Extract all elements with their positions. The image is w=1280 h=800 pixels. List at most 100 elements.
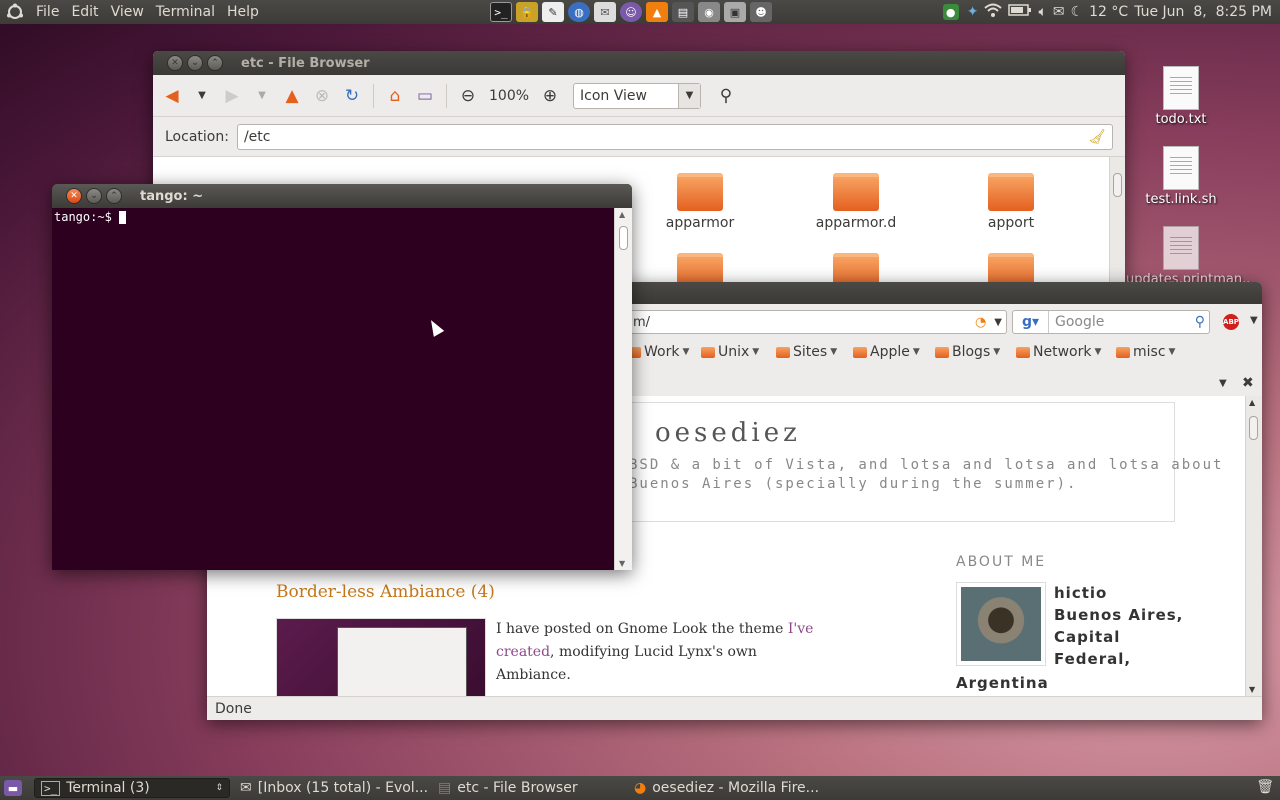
folder-icon — [853, 346, 867, 358]
avatar[interactable] — [956, 582, 1046, 666]
video-editor-icon[interactable]: ▤ — [672, 2, 694, 22]
url-history-chevron-down-icon[interactable]: ▼ — [994, 317, 1002, 328]
screenshot-icon[interactable]: ▣ — [724, 2, 746, 22]
maximize-icon[interactable]: ⌃ — [106, 188, 122, 204]
back-history-chevron-down-icon[interactable]: ▼ — [189, 82, 215, 110]
desktop-icon-todo[interactable]: todo.txt — [1126, 66, 1236, 127]
terminal-output[interactable]: tango:~$ — [52, 208, 614, 570]
zoom-level[interactable]: 100% — [485, 88, 533, 104]
menu-help[interactable]: Help — [221, 4, 265, 20]
page-vertical-scrollbar[interactable]: ▲ ▼ — [1245, 396, 1262, 696]
scroll-down-icon[interactable]: ▼ — [619, 559, 625, 568]
clock[interactable]: Tue Jun 8, 8:25 PM — [1134, 4, 1272, 20]
bookmark-folder-work[interactable]: Work ▼ — [627, 344, 689, 360]
terminal-scrollbar[interactable]: ▲ ▼ — [614, 208, 632, 570]
taskbar-item-firefox[interactable]: ◕ oesediez - Mozilla Fire... — [628, 778, 826, 798]
adblock-menu-chevron-down-icon[interactable]: ▼ — [1250, 315, 1258, 326]
close-icon[interactable]: ✕ — [167, 55, 183, 71]
bookmark-folder-apple[interactable]: Apple ▼ — [853, 344, 920, 360]
terminal-titlebar[interactable]: ✕ ⌄ ⌃ tango: ~ — [52, 184, 632, 208]
web-browser-icon[interactable]: ◍ — [568, 2, 590, 22]
show-desktop-icon[interactable]: ▬ — [4, 780, 22, 796]
back-arrow-icon[interactable]: ◀ — [159, 82, 185, 110]
stop-icon[interactable]: ⊗ — [309, 82, 335, 110]
scrollbar-thumb[interactable] — [619, 226, 628, 250]
blog-name[interactable]: oesediez — [655, 418, 801, 448]
tab-list-chevron-down-icon[interactable]: ▼ — [1219, 378, 1227, 389]
menu-file[interactable]: File — [30, 4, 65, 20]
adblock-icon[interactable]: ABP — [1223, 314, 1239, 330]
view-mode-select[interactable]: Icon View ▼ — [573, 82, 702, 109]
terminal-icon[interactable]: >_ — [490, 2, 512, 22]
mail-indicator-icon[interactable]: ✉ — [1053, 4, 1065, 20]
menu-edit[interactable]: Edit — [65, 4, 104, 20]
clear-broom-icon[interactable]: 🧹︎ — [1088, 129, 1106, 145]
menu-view[interactable]: View — [105, 4, 150, 20]
taskbar-item-terminal[interactable]: >_ Terminal (3) ⇕ — [34, 778, 230, 798]
taskbar-label: etc - File Browser — [457, 780, 578, 796]
scrollbar-thumb[interactable] — [1113, 173, 1122, 197]
forward-history-chevron-down-icon[interactable]: ▼ — [249, 82, 275, 110]
scrollbar-thumb[interactable] — [1249, 416, 1258, 440]
minimize-icon[interactable]: ⌄ — [86, 188, 102, 204]
camera-icon[interactable]: ◉ — [698, 2, 720, 22]
wifi-icon[interactable] — [984, 3, 1003, 21]
zoom-out-icon[interactable]: ⊖ — [455, 82, 481, 110]
up-arrow-icon[interactable]: ▲ — [279, 82, 305, 110]
computer-icon[interactable]: ▭ — [412, 82, 438, 110]
bookmark-label: Apple — [870, 344, 910, 360]
scroll-up-icon[interactable]: ▲ — [619, 210, 625, 219]
about-region: Federal, — [1054, 650, 1132, 668]
bookmark-folder-blogs[interactable]: Blogs ▼ — [935, 344, 1000, 360]
google-engine-icon[interactable]: g▾ — [1013, 311, 1049, 333]
folder-label: apparmor — [665, 215, 735, 231]
menu-terminal[interactable]: Terminal — [150, 4, 221, 20]
search-icon[interactable]: ⚲ — [1195, 314, 1209, 330]
scroll-up-icon[interactable]: ▲ — [1249, 398, 1255, 407]
search-bar[interactable]: g▾ Google ⚲ — [1012, 310, 1210, 334]
dropbox-icon[interactable]: ✦ — [967, 4, 979, 20]
location-input[interactable]: /etc 🧹︎ — [236, 123, 1113, 150]
weather-temperature[interactable]: 12 °C — [1089, 4, 1128, 20]
close-icon[interactable]: ✕ — [66, 188, 82, 204]
scroll-down-icon[interactable]: ▼ — [1249, 685, 1255, 694]
minimize-icon[interactable]: ⌄ — [187, 55, 203, 71]
folder-item[interactable]: apport — [956, 173, 1066, 231]
vlc-icon[interactable]: ▲ — [646, 2, 668, 22]
folder-icon — [935, 346, 949, 358]
launcher-bar: >_ 🔒 ✎ ◍ ✉ ☺ ▲ ▤ ◉ ▣ ☻ — [488, 2, 774, 22]
folder-icon — [677, 173, 723, 211]
file-browser-titlebar[interactable]: ✕ ⌄ ⌃ etc - File Browser — [153, 51, 1125, 75]
url-bar[interactable]: m/ ◔ ▼ — [627, 310, 1007, 334]
volume-icon[interactable]: 🔈︎ — [1038, 4, 1046, 20]
search-icon[interactable]: ⚲ — [713, 82, 739, 110]
forward-arrow-icon[interactable]: ▶ — [219, 82, 245, 110]
folder-item[interactable]: apparmor.d — [801, 173, 911, 231]
home-folder-icon[interactable]: ⌂ — [382, 82, 408, 110]
desktop-icon-updates[interactable]: updates.printman.. — [1126, 226, 1250, 287]
rss-feed-icon[interactable]: ◔ — [975, 315, 986, 330]
bookmark-folder-sites[interactable]: Sites ▼ — [776, 344, 837, 360]
post-screenshot-image[interactable] — [276, 618, 486, 696]
folder-item[interactable]: apparmor — [645, 173, 755, 231]
taskbar-item-evolution[interactable]: ✉ [Inbox (15 total) - Evol... — [234, 778, 432, 798]
ubuntu-logo-icon[interactable] — [0, 0, 30, 24]
bookmark-folder-unix[interactable]: Unix ▼ — [701, 344, 759, 360]
zoom-in-icon[interactable]: ⊕ — [537, 82, 563, 110]
battery-icon[interactable] — [1008, 4, 1032, 20]
post-title-link[interactable]: Border-less Ambiance (4) — [276, 582, 495, 602]
bookmark-folder-network[interactable]: Network ▼ — [1016, 344, 1101, 360]
taskbar-item-file-browser[interactable]: ▤ etc - File Browser — [432, 778, 628, 798]
close-tab-icon[interactable]: ✖ — [1242, 375, 1254, 391]
desktop-icon-test-link[interactable]: test.link.sh — [1126, 146, 1236, 207]
reload-icon[interactable]: ↻ — [339, 82, 365, 110]
maximize-icon[interactable]: ⌃ — [207, 55, 223, 71]
system-icon[interactable]: ☻ — [750, 2, 772, 22]
lock-icon[interactable]: 🔒 — [516, 2, 538, 22]
mail-icon[interactable]: ✉ — [594, 2, 616, 22]
text-editor-icon[interactable]: ✎ — [542, 2, 564, 22]
bookmark-folder-misc[interactable]: misc ▼ — [1116, 344, 1175, 360]
chat-icon[interactable]: ☺ — [620, 2, 642, 22]
network-status-icon[interactable]: ● — [942, 4, 959, 20]
trash-icon[interactable]: 🗑︎ — [1256, 779, 1274, 795]
